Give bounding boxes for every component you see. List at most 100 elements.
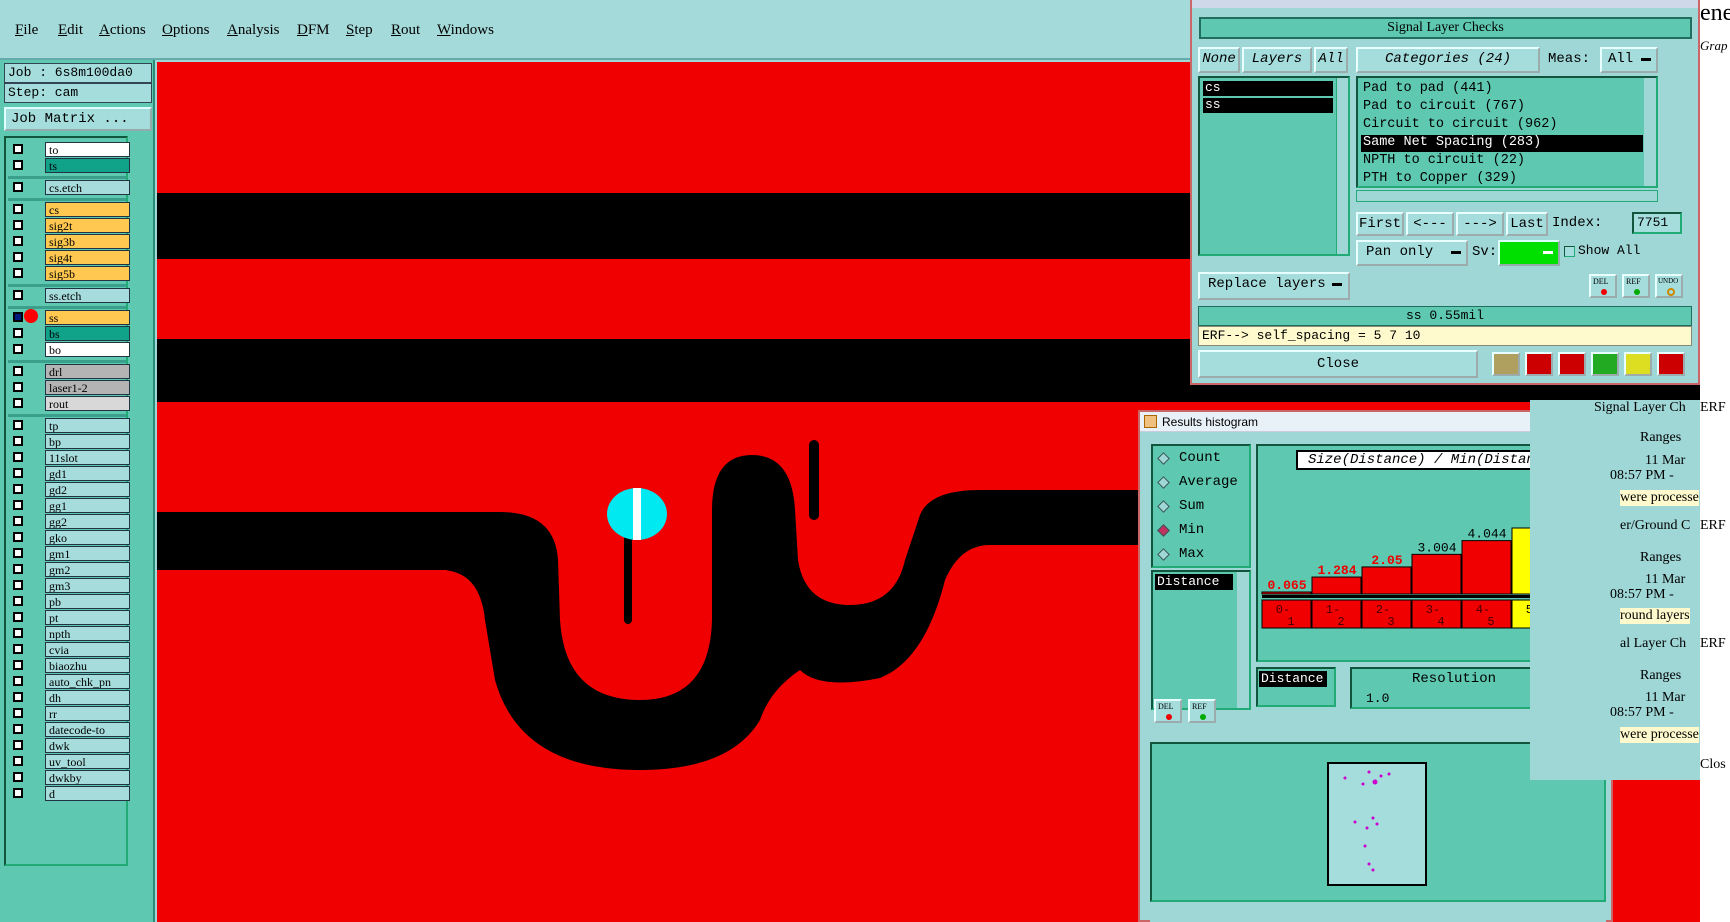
layer-row[interactable]: laser1-2: [8, 380, 130, 395]
menu-options[interactable]: Options: [162, 22, 210, 39]
prev-button[interactable]: <---: [1406, 212, 1454, 236]
field-list-item[interactable]: Distance: [1155, 574, 1233, 590]
layer-row[interactable]: 11slot: [8, 450, 130, 465]
layer-row[interactable]: bo: [8, 342, 130, 357]
layer-row[interactable]: gm2: [8, 562, 130, 577]
layer-checkbox[interactable]: [13, 500, 23, 510]
layer-checkbox[interactable]: [13, 564, 23, 574]
layer-checkbox[interactable]: [13, 788, 23, 798]
layer-checkbox[interactable]: [13, 252, 23, 262]
resolution-field-item[interactable]: Distance: [1259, 671, 1327, 687]
layer-row[interactable]: auto_chk_pn: [8, 674, 130, 689]
histogram-bar[interactable]: [1411, 553, 1462, 595]
layer-list-scrollbar[interactable]: [1336, 78, 1348, 254]
histogram-bar[interactable]: [1311, 576, 1362, 595]
layer-checkbox[interactable]: [13, 204, 23, 214]
layer-row[interactable]: ss.etch: [8, 288, 130, 303]
layer-row[interactable]: dwkby: [8, 770, 130, 785]
layer-checkbox[interactable]: [13, 516, 23, 526]
layer-checkbox[interactable]: [13, 756, 23, 766]
layer-checkbox[interactable]: [13, 382, 23, 392]
field-list-scrollbar[interactable]: [1237, 572, 1249, 708]
layer-checkbox[interactable]: [13, 484, 23, 494]
hist-ref-icon[interactable]: REF: [1188, 699, 1216, 723]
menu-file[interactable]: File: [15, 22, 38, 39]
layer-checkbox[interactable]: [13, 580, 23, 590]
first-button[interactable]: First: [1356, 212, 1404, 236]
layer-row[interactable]: sig3b: [8, 234, 130, 249]
menu-rout[interactable]: Rout: [391, 22, 420, 39]
layer-checkbox[interactable]: [13, 628, 23, 638]
layer-row[interactable]: sig4t: [8, 250, 130, 265]
layer-checkbox[interactable]: [13, 436, 23, 446]
layer-checkbox[interactable]: [13, 676, 23, 686]
bg-text[interactable]: Clos: [1700, 757, 1726, 773]
layer-checkbox[interactable]: [13, 644, 23, 654]
layer-row[interactable]: pt: [8, 610, 130, 625]
histogram-bar[interactable]: [1361, 566, 1412, 595]
layer-row[interactable]: dh: [8, 690, 130, 705]
layer-select-list[interactable]: cs ss: [1198, 76, 1350, 256]
layer-checkbox[interactable]: [13, 220, 23, 230]
layer-row[interactable]: rout: [8, 396, 130, 411]
layer-row[interactable]: gm3: [8, 578, 130, 593]
layer-row[interactable]: npth: [8, 626, 130, 641]
layer-row[interactable]: gm1: [8, 546, 130, 561]
layer-row[interactable]: cs.etch: [8, 180, 130, 195]
layer-row[interactable]: ss: [8, 309, 130, 325]
layer-select-item[interactable]: ss: [1203, 98, 1333, 113]
layer-checkbox[interactable]: [13, 532, 23, 542]
replace-layers-dropdown[interactable]: Replace layers: [1198, 272, 1350, 300]
layer-checkbox[interactable]: [13, 144, 23, 154]
none-button[interactable]: None: [1198, 47, 1240, 73]
layer-checkbox[interactable]: [13, 160, 23, 170]
layer-row[interactable]: pb: [8, 594, 130, 609]
layer-row[interactable]: gd1: [8, 466, 130, 481]
layer-row[interactable]: bp: [8, 434, 130, 449]
close-button[interactable]: Close: [1198, 350, 1478, 378]
layer-checkbox[interactable]: [13, 328, 23, 338]
layer-checkbox[interactable]: [13, 692, 23, 702]
menu-analysis[interactable]: Analysis: [227, 22, 280, 39]
layer-select-item[interactable]: cs: [1203, 81, 1333, 96]
layer-row[interactable]: drl: [8, 364, 130, 379]
preview-thumbnail[interactable]: [1327, 762, 1427, 886]
layer-checkbox[interactable]: [13, 398, 23, 408]
layer-row[interactable]: gg2: [8, 514, 130, 529]
layer-row[interactable]: datecode-to: [8, 722, 130, 737]
next-button[interactable]: --->: [1456, 212, 1504, 236]
layer-row[interactable]: gd2: [8, 482, 130, 497]
pan-mode-dropdown[interactable]: Pan only: [1356, 240, 1468, 266]
layer-checkbox[interactable]: [13, 708, 23, 718]
layer-checkbox[interactable]: [13, 290, 23, 300]
layer-checkbox[interactable]: [13, 182, 23, 192]
layer-checkbox[interactable]: [13, 468, 23, 478]
menu-step[interactable]: Step: [346, 22, 373, 39]
histogram-bar[interactable]: [1461, 540, 1512, 595]
menu-edit[interactable]: Edit: [58, 22, 83, 39]
layer-checkbox[interactable]: [13, 772, 23, 782]
layer-checkbox[interactable]: [13, 660, 23, 670]
layer-checkbox[interactable]: [13, 452, 23, 462]
layers-button[interactable]: Layers: [1242, 47, 1312, 73]
layer-checkbox[interactable]: [13, 312, 23, 322]
layer-checkbox[interactable]: [13, 724, 23, 734]
layer-checkbox[interactable]: [13, 268, 23, 278]
layer-row[interactable]: biaozhu: [8, 658, 130, 673]
menu-windows[interactable]: Windows: [437, 22, 494, 39]
all-button[interactable]: All: [1314, 47, 1348, 73]
categories-button[interactable]: Categories (24): [1356, 47, 1540, 73]
layer-checkbox[interactable]: [13, 612, 23, 622]
layer-checkbox[interactable]: [13, 366, 23, 376]
layer-checkbox[interactable]: [13, 344, 23, 354]
layer-checkbox[interactable]: [13, 548, 23, 558]
layer-checkbox[interactable]: [13, 740, 23, 750]
layer-checkbox[interactable]: [13, 420, 23, 430]
layer-row[interactable]: d: [8, 786, 130, 801]
layer-row[interactable]: cs: [8, 202, 130, 217]
layer-row[interactable]: gg1: [8, 498, 130, 513]
layer-checkbox[interactable]: [13, 236, 23, 246]
layer-row[interactable]: to: [8, 142, 130, 157]
menu-dfm[interactable]: DFM: [297, 22, 330, 39]
layer-row[interactable]: uv_tool: [8, 754, 130, 769]
